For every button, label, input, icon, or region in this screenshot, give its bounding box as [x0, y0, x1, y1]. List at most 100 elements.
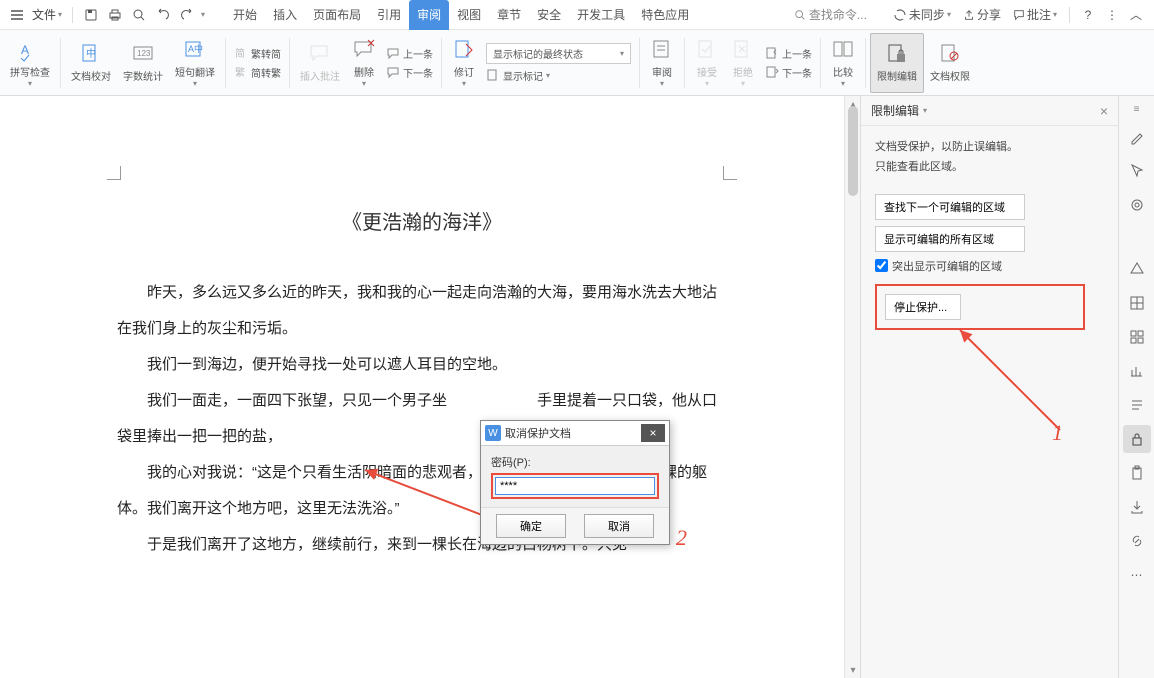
to-simplified-button: 简繁转简	[234, 44, 281, 63]
collapse-panel-icon[interactable]: ≡	[1123, 102, 1151, 116]
dialog-title: 取消保护文档	[505, 425, 571, 441]
accept-button: 接受▾	[689, 33, 725, 93]
hamburger-menu[interactable]	[6, 8, 28, 22]
tab-reference[interactable]: 引用	[369, 0, 409, 30]
to-traditional-button: 繁简转繁	[234, 63, 281, 82]
delete-comment-button[interactable]: 删除▾	[346, 33, 382, 93]
password-highlight	[491, 473, 659, 499]
paragraph: 昨天，多么远又多么近的昨天，我和我的心一起走向浩瀚的大海，要用海水洗去大地沾在我…	[117, 275, 727, 347]
annotation-number: 2	[676, 525, 687, 551]
margin-corner-icon	[723, 166, 737, 180]
unprotect-dialog: W 取消保护文档 × 密码(P): 确定 取消	[480, 420, 670, 545]
tab-featured[interactable]: 特色应用	[633, 0, 697, 30]
tab-insert[interactable]: 插入	[265, 0, 305, 30]
scroll-down-icon[interactable]: ▾	[845, 662, 861, 678]
more-icon[interactable]: ⋮	[1104, 7, 1120, 23]
qat-dropdown[interactable]: ▾	[201, 10, 205, 19]
undo-icon[interactable]	[155, 7, 171, 23]
stop-protection-highlight: 停止保护...	[875, 284, 1085, 330]
svg-text:A中: A中	[188, 43, 203, 54]
tab-start[interactable]: 开始	[225, 0, 265, 30]
comments-button[interactable]: 批注▾	[1013, 6, 1057, 23]
tab-section[interactable]: 章节	[489, 0, 529, 30]
convert-group: 简繁转简 繁简转繁	[230, 33, 285, 93]
chart-icon[interactable]	[1123, 357, 1151, 385]
permissions-button[interactable]: 文档权限	[924, 33, 976, 93]
insert-comment-button: 插入批注	[294, 33, 346, 93]
save-icon[interactable]	[83, 7, 99, 23]
panel-title: 限制编辑	[871, 102, 919, 119]
ribbon-tabs: 开始 插入 页面布局 引用 审阅 视图 章节 安全 开发工具 特色应用	[225, 0, 697, 30]
panel-message: 文档受保护，以防止误编辑。 只能查看此区域。	[875, 138, 1104, 178]
grid-icon[interactable]	[1123, 323, 1151, 351]
svg-text:中: 中	[86, 47, 96, 60]
tab-layout[interactable]: 页面布局	[305, 0, 369, 30]
workspace: 《更浩瀚的海洋》 昨天，多么远又多么近的昨天，我和我的心一起走向浩瀚的大海，要用…	[0, 96, 1154, 678]
clipboard-icon[interactable]	[1123, 459, 1151, 487]
password-input[interactable]	[495, 477, 655, 495]
spellcheck-button[interactable]: A拼写检查▾	[4, 33, 56, 93]
side-toolbar: ≡ ⋯	[1118, 96, 1154, 678]
more-tools-icon[interactable]: ⋯	[1123, 561, 1151, 589]
proof-button[interactable]: 中文档校对	[65, 33, 117, 93]
print-icon[interactable]	[107, 7, 123, 23]
link-icon[interactable]	[1123, 527, 1151, 555]
sync-status[interactable]: 未同步▾	[893, 6, 951, 23]
prev-change-button[interactable]: 上一条	[765, 44, 812, 63]
svg-text:A: A	[21, 43, 29, 57]
table-icon[interactable]	[1123, 289, 1151, 317]
review-pane-button[interactable]: 审阅▾	[644, 33, 680, 93]
tab-security[interactable]: 安全	[529, 0, 569, 30]
restrict-editing-button[interactable]: 限制编辑	[870, 33, 924, 93]
show-markup-button[interactable]: 显示标记▾	[486, 66, 631, 85]
svg-text:繁: 繁	[235, 66, 245, 79]
share-button[interactable]: 分享	[963, 6, 1001, 23]
translate-button[interactable]: A中短句翻译▾	[169, 33, 221, 93]
help-icon[interactable]: ?	[1080, 7, 1096, 23]
dialog-close-icon[interactable]: ×	[641, 424, 665, 442]
dialog-header: W 取消保护文档 ×	[481, 421, 669, 446]
export-icon[interactable]	[1123, 493, 1151, 521]
redo-icon[interactable]	[179, 7, 195, 23]
panel-close-icon[interactable]: ×	[1100, 103, 1108, 119]
scroll-thumb[interactable]	[848, 106, 858, 196]
tab-devtools[interactable]: 开发工具	[569, 0, 633, 30]
stop-protection-button[interactable]: 停止保护...	[885, 294, 961, 320]
app-logo-icon: W	[485, 425, 501, 441]
next-comment-button[interactable]: 下一条	[386, 63, 433, 82]
highlight-regions-checkbox[interactable]: 突出显示可编辑的区域	[875, 258, 1104, 274]
comment-nav-group: 上一条 下一条	[382, 33, 437, 93]
list-icon[interactable]	[1123, 391, 1151, 419]
annotation-number: 1	[1052, 420, 1063, 446]
tab-review[interactable]: 审阅	[409, 0, 449, 30]
collapse-ribbon-icon[interactable]: ︿	[1128, 7, 1144, 23]
compare-button[interactable]: 比较▾	[825, 33, 861, 93]
doc-title: 《更浩瀚的海洋》	[117, 206, 727, 235]
command-search[interactable]: 查找命令...	[794, 6, 867, 23]
tab-view[interactable]: 视图	[449, 0, 489, 30]
title-bar: 文件▾ ▾ 开始 插入 页面布局 引用 审阅 视图 章节 安全 开发工具 特色应…	[0, 0, 1154, 30]
lock-icon[interactable]	[1123, 425, 1151, 453]
track-state-select[interactable]: 显示标记的最终状态▾	[486, 43, 631, 64]
reject-button: 拒绝▾	[725, 33, 761, 93]
cursor-icon[interactable]	[1123, 157, 1151, 185]
find-next-region-button[interactable]: 查找下一个可编辑的区域	[875, 194, 1025, 220]
settings-icon[interactable]	[1123, 191, 1151, 219]
pen-icon[interactable]	[1123, 123, 1151, 151]
svg-text:简: 简	[235, 47, 245, 60]
track-changes-button[interactable]: 修订▾	[446, 33, 482, 93]
preview-icon[interactable]	[131, 7, 147, 23]
ok-button[interactable]: 确定	[496, 514, 566, 538]
page: 《更浩瀚的海洋》 昨天，多么远又多么近的昨天，我和我的心一起走向浩瀚的大海，要用…	[27, 116, 817, 678]
wordcount-button[interactable]: 123字数统计	[117, 33, 169, 93]
restrict-editing-panel: 限制编辑 ▾ × 文档受保护，以防止误编辑。 只能查看此区域。 查找下一个可编辑…	[860, 96, 1118, 678]
prev-comment-button[interactable]: 上一条	[386, 44, 433, 63]
shape-icon[interactable]	[1123, 255, 1151, 283]
cancel-button[interactable]: 取消	[584, 514, 654, 538]
next-change-button[interactable]: 下一条	[765, 63, 812, 82]
file-menu[interactable]: 文件▾	[28, 6, 66, 23]
margin-corner-icon	[107, 166, 121, 180]
document-area: 《更浩瀚的海洋》 昨天，多么远又多么近的昨天，我和我的心一起走向浩瀚的大海，要用…	[0, 96, 844, 678]
vertical-scrollbar[interactable]: ▴ ▾	[844, 96, 860, 678]
show-all-regions-button[interactable]: 显示可编辑的所有区域	[875, 226, 1025, 252]
